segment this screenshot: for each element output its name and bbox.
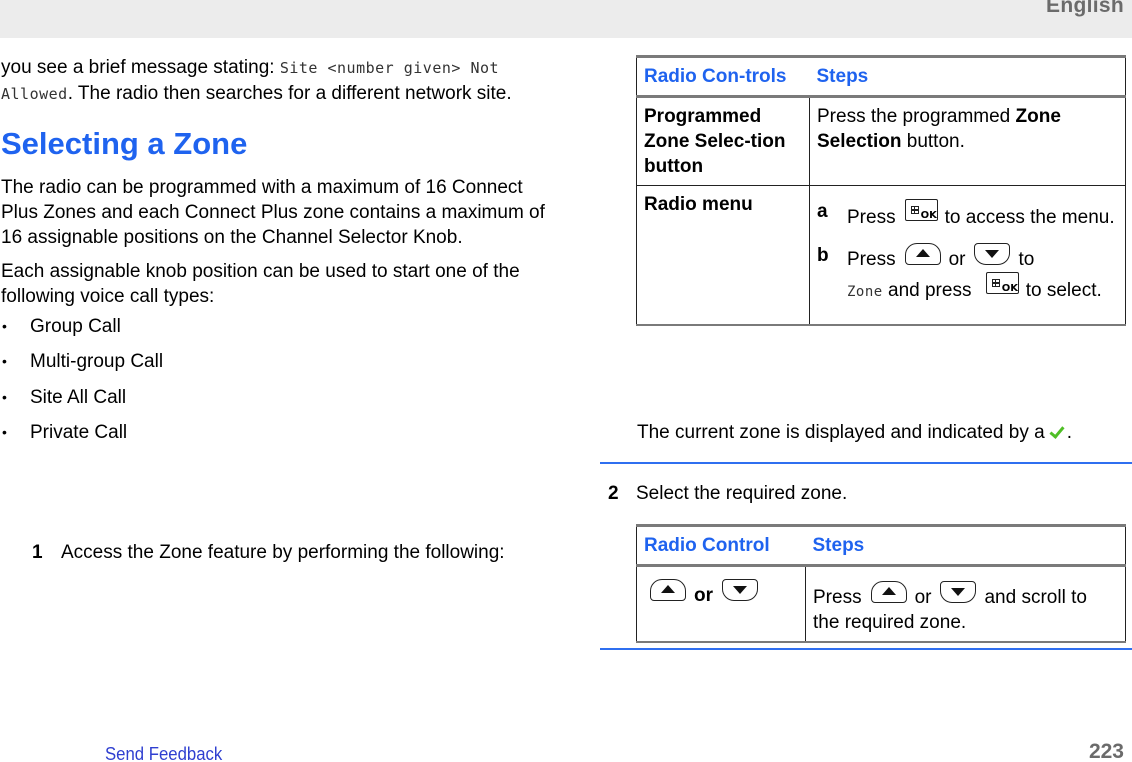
table-row: Radio menu a Press OK to access the menu. …: [636, 185, 1126, 326]
step-number: 2: [608, 483, 619, 504]
control-cell: Programmed Zone Selec-tion button: [636, 96, 810, 186]
control-cell: Radio menu: [636, 185, 810, 326]
zone-select-table: Radio Control Steps or Press or and scroll…: [636, 524, 1126, 643]
section-divider: [600, 462, 1132, 464]
step-text: Select the required zone.: [636, 483, 848, 504]
page-number: 223: [1088, 740, 1124, 762]
substep-label: b: [817, 245, 829, 266]
down-arrow-icon: [974, 243, 1011, 265]
list-item: • Private Call: [1, 420, 561, 455]
steps-text: Press the programmed: [817, 106, 1016, 127]
left-column: you see a brief message stating: Site <n…: [1, 55, 561, 455]
section-heading: Selecting a Zone: [1, 126, 248, 161]
up-arrow-icon: [650, 579, 686, 601]
substep-label: a: [817, 201, 828, 222]
note-suffix: .: [1066, 422, 1072, 443]
table-header-row: Radio Con-trols Steps: [636, 55, 1126, 98]
down-arrow-icon: [940, 581, 977, 603]
current-zone-note: The current zone is displayed and indica…: [637, 420, 1072, 445]
up-arrow-icon: [904, 243, 941, 265]
bullet-icon: •: [2, 423, 7, 440]
send-feedback-link[interactable]: Send Feedback: [105, 744, 222, 762]
substep-text: and press: [882, 280, 977, 301]
intro-text: you see a brief message stating:: [1, 57, 280, 78]
page-header-bar: English: [0, 0, 1132, 38]
substep-text: to select.: [1025, 280, 1102, 301]
substep-b: b Press or to Zone and press OK to select.: [817, 243, 1118, 305]
table-header-row: Radio Control Steps: [636, 524, 1126, 567]
control-cell: or: [636, 565, 806, 643]
step-number: 1: [32, 542, 43, 563]
bullet-icon: •: [2, 353, 7, 370]
menu-ok-icon: OK: [904, 199, 938, 221]
call-types-intro: Each assignable knob position can be use…: [1, 261, 520, 307]
call-type-label: Site All Call: [30, 386, 127, 408]
steps-cell: Press or and scroll to the required zone.: [805, 565, 1126, 643]
call-types-list: • Group Call • Multi-group Call • Site All …: [1, 314, 561, 455]
column-header-steps: Steps: [805, 524, 1126, 567]
substep-a: a Press OK to access the menu.: [817, 199, 1118, 230]
note-text: The current zone is displayed and indica…: [637, 422, 1045, 443]
checkmark-icon: [1049, 425, 1065, 439]
steps-cell: Press the programmed Zone Selection butt…: [809, 96, 1126, 186]
down-arrow-icon: [722, 579, 758, 601]
intro-paragraph: you see a brief message stating: Site <n…: [1, 55, 561, 107]
up-arrow-icon: [870, 581, 907, 603]
column-header-steps: Steps: [809, 55, 1126, 98]
display-zone-code: Zone: [847, 284, 883, 300]
steps-cell: a Press OK to access the menu. b Press or to…: [809, 185, 1126, 326]
substep-text: to access the menu.: [944, 207, 1115, 228]
menu-ok-icon: OK: [985, 272, 1019, 294]
call-type-label: Multi-group Call: [30, 351, 164, 373]
table-row: Programmed Zone Selec-tion button Press …: [636, 96, 1126, 186]
substep-text: Press: [847, 207, 896, 228]
zone-description: The radio can be programmed with a maxim…: [1, 177, 545, 248]
steps-text: Press: [813, 587, 862, 608]
table-row: or Press or and scroll to the required zon…: [636, 565, 1126, 643]
bullet-icon: •: [2, 388, 7, 405]
section-divider: [600, 648, 1132, 650]
bullet-icon: •: [2, 318, 7, 334]
column-header-controls: Radio Con-trols: [636, 55, 810, 98]
substep-text: or: [948, 249, 966, 270]
zone-access-table: Radio Con-trols Steps Programmed Zone Se…: [636, 55, 1126, 326]
or-label: or: [694, 585, 713, 606]
substep-text: to: [1018, 249, 1035, 270]
call-type-label: Group Call: [30, 316, 121, 337]
substep-text: Press: [847, 249, 896, 270]
language-label: English: [1046, 0, 1124, 17]
steps-text-suffix: button.: [901, 131, 965, 152]
list-item: • Group Call: [1, 314, 561, 349]
list-item: • Multi-group Call: [1, 349, 561, 384]
column-header-control: Radio Control: [636, 524, 806, 567]
intro-text-suffix: . The radio then searches for a differen…: [67, 83, 512, 104]
list-item: • Site All Call: [1, 385, 561, 420]
steps-text: or: [914, 587, 932, 608]
call-type-label: Private Call: [30, 421, 128, 443]
step-1: 1 Access the Zone feature by performing t…: [32, 540, 505, 565]
step-2: 2 Select the required zone.: [608, 481, 847, 506]
step-text: Access the Zone feature by performing th…: [61, 542, 505, 563]
